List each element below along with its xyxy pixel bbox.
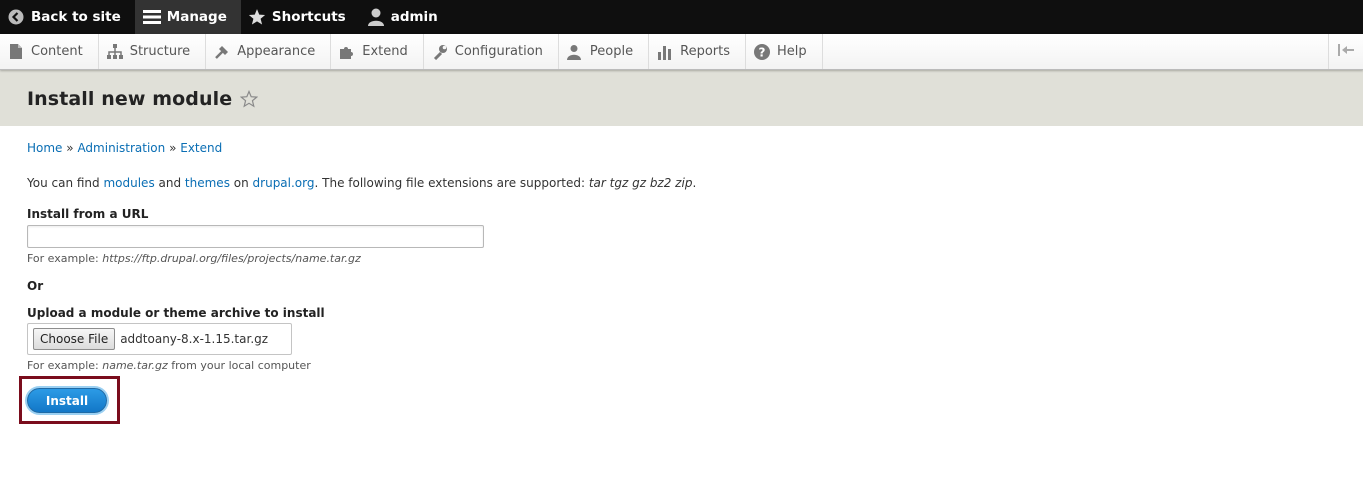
shortcuts-label: Shortcuts	[271, 9, 346, 25]
intro-part: .	[692, 176, 697, 190]
tray-item-label: Structure	[129, 44, 191, 59]
install-button[interactable]: Install	[27, 388, 107, 413]
collapse-arrow-icon	[1338, 44, 1354, 59]
breadcrumb-separator: »	[66, 141, 74, 155]
tray-orientation-toggle[interactable]	[1328, 34, 1363, 69]
breadcrumb-home[interactable]: Home	[27, 141, 62, 155]
modules-link[interactable]: modules	[103, 176, 154, 190]
url-desc-prefix: For example:	[27, 252, 103, 265]
tray-item-label: Configuration	[454, 44, 543, 59]
tray-item-extend[interactable]: Extend	[331, 34, 424, 69]
breadcrumb-administration[interactable]: Administration	[77, 141, 165, 155]
upload-description: For example: name.tar.gz from your local…	[27, 359, 1336, 372]
intro-part: on	[229, 176, 253, 190]
manage-label: Manage	[166, 9, 227, 25]
install-url-input[interactable]	[27, 225, 484, 248]
drupal-org-link[interactable]: drupal.org	[253, 176, 315, 190]
back-to-site-link[interactable]: Back to site	[0, 0, 135, 34]
menu-icon	[142, 8, 161, 26]
file-upload-field[interactable]: Choose File addtoany-8.x-1.15.tar.gz	[27, 323, 292, 355]
tray-item-appearance[interactable]: Appearance	[206, 34, 332, 69]
supported-extensions: tar tgz gz bz2 zip	[588, 176, 693, 190]
svg-text:?: ?	[759, 45, 766, 59]
admin-toolbar: Back to site Manage Shortcuts admin	[0, 0, 1363, 34]
choose-file-button[interactable]: Choose File	[33, 328, 116, 350]
main-content: Home » Administration » Extend You can f…	[0, 141, 1363, 372]
install-url-label: Install from a URL	[27, 207, 149, 221]
structure-icon	[106, 43, 123, 60]
upload-desc-example: name.tar.gz	[102, 359, 168, 372]
intro-part: . The following file extensions are supp…	[314, 176, 589, 190]
page-title: Install new module	[27, 88, 233, 110]
tray-item-label: Appearance	[237, 44, 316, 59]
breadcrumb-extend[interactable]: Extend	[180, 141, 222, 155]
breadcrumb-separator: »	[169, 141, 177, 155]
user-icon	[367, 8, 385, 26]
upload-desc-suffix: from your local computer	[167, 359, 311, 372]
add-shortcut-star-icon[interactable]	[240, 90, 259, 108]
url-description: For example: https://ftp.drupal.org/file…	[27, 252, 1336, 265]
tray-item-label: Content	[31, 44, 83, 59]
user-tab[interactable]: admin	[360, 0, 452, 34]
tray-item-structure[interactable]: Structure	[99, 34, 207, 69]
tray-item-label: Help	[777, 44, 807, 59]
or-separator: Or	[27, 279, 44, 293]
user-label: admin	[390, 9, 438, 25]
appearance-icon	[214, 44, 230, 60]
reports-icon	[657, 44, 673, 60]
tray-item-configuration[interactable]: Configuration	[424, 34, 559, 69]
shortcuts-tab[interactable]: Shortcuts	[241, 0, 360, 34]
intro-text: You can find modules and themes on drupa…	[27, 176, 1336, 190]
admin-menu-tray: Content Structure Appearance Extend Conf…	[0, 34, 1363, 70]
page-header: Install new module	[0, 70, 1363, 126]
install-highlight-box: Install	[19, 376, 120, 424]
tray-item-label: Reports	[680, 44, 730, 59]
upload-label: Upload a module or theme archive to inst…	[27, 306, 325, 320]
tray-item-label: People	[589, 44, 634, 59]
content-icon	[8, 44, 24, 60]
people-icon	[566, 44, 583, 60]
back-arrow-icon	[7, 8, 25, 26]
intro-part: and	[154, 176, 185, 190]
tray-item-reports[interactable]: Reports	[649, 34, 746, 69]
url-desc-example: https://ftp.drupal.org/files/projects/na…	[102, 252, 361, 265]
breadcrumb: Home » Administration » Extend	[27, 141, 1336, 155]
extend-icon	[339, 44, 355, 60]
back-to-site-label: Back to site	[31, 9, 121, 25]
wrench-icon	[432, 44, 448, 60]
tray-item-label: Extend	[362, 44, 408, 59]
tray-item-help[interactable]: ? Help	[746, 34, 823, 69]
help-icon: ?	[754, 43, 770, 60]
tray-item-people[interactable]: People	[559, 34, 650, 69]
star-icon	[248, 8, 266, 26]
intro-part: You can find	[27, 176, 104, 190]
tray-item-content[interactable]: Content	[0, 34, 99, 69]
selected-file-name: addtoany-8.x-1.15.tar.gz	[120, 332, 269, 346]
manage-tab[interactable]: Manage	[134, 0, 241, 34]
upload-desc-prefix: For example:	[27, 359, 103, 372]
themes-link[interactable]: themes	[185, 176, 230, 190]
